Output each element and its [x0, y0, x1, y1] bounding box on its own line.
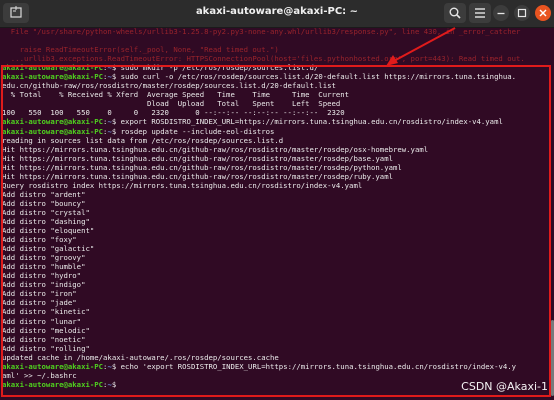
prompt-path: ~	[107, 126, 112, 136]
output-line: Add distro "kinetic"	[2, 307, 90, 317]
output-line: reading in sources list data from /etc/r…	[2, 135, 284, 145]
output-line: Add distro "crystal"	[2, 207, 90, 217]
terminal-output[interactable]: File "/usr/share/python-wheels/urllib3-1…	[0, 27, 554, 400]
terminal-window: akaxi-autoware@akaxi-PC: ~ File "/usr/sh…	[0, 0, 554, 400]
output-line: Add distro "bouncy"	[2, 198, 86, 208]
output-line: Add distro "dashing"	[2, 216, 90, 226]
output-line: aml' >> ~/.bashrc	[2, 370, 77, 380]
prompt-user: akaxi-autoware@akaxi-PC	[2, 379, 104, 389]
search-button[interactable]	[444, 3, 466, 23]
prompt-user: akaxi-autoware@akaxi-PC	[2, 117, 104, 127]
output-line: Add distro "galactic"	[2, 244, 95, 254]
output-line: Add distro "indigo"	[2, 280, 86, 290]
prompt-user: akaxi-autoware@akaxi-PC	[2, 361, 104, 371]
command-text: echo 'export ROSDISTRO_INDEX_URL=https:/…	[120, 361, 517, 371]
prompt-path: ~	[107, 379, 112, 389]
command-line: akaxi-autoware@akaxi-PC:~$ echo 'export …	[2, 361, 517, 371]
close-icon	[539, 9, 547, 17]
command-line: akaxi-autoware@akaxi-PC:~$ sudo curl -o …	[2, 72, 517, 82]
prompt-user: akaxi-autoware@akaxi-PC	[2, 72, 104, 82]
output-line: Add distro "lunar"	[2, 316, 82, 326]
maximize-icon	[517, 8, 527, 18]
prompt-path: ~	[107, 63, 112, 73]
output-line: Add distro "rolling"	[2, 343, 90, 353]
output-line: updated cache in /home/akaxi-autoware/.r…	[2, 352, 279, 362]
output-line: Add distro "melodic"	[2, 325, 90, 335]
prompt-user: akaxi-autoware@akaxi-PC	[2, 126, 104, 136]
close-button[interactable]	[535, 5, 551, 21]
output-line: Add distro "eloquent"	[2, 226, 95, 236]
command-text: sudo mkdir -p /etc/ros/rosdep/sources.li…	[120, 63, 319, 73]
output-line: Add distro "noetic"	[2, 334, 86, 344]
output-line: Add distro "foxy"	[2, 235, 77, 245]
output-line: Add distro "humble"	[2, 262, 86, 272]
command-line: akaxi-autoware@akaxi-PC:~$ rosdep update…	[2, 126, 275, 136]
minimize-icon	[497, 12, 505, 15]
prompt-path: ~	[107, 117, 112, 127]
maximize-button[interactable]	[514, 5, 530, 21]
output-line: Hit https://mirrors.tuna.tsinghua.edu.cn…	[2, 171, 393, 181]
command-line: akaxi-autoware@akaxi-PC:~$ sudo mkdir -p…	[2, 63, 319, 73]
output-line: Add distro "jade"	[2, 298, 77, 308]
minimize-button[interactable]	[493, 5, 509, 21]
command-text: export ROSDISTRO_INDEX_URL=https://mirro…	[120, 117, 503, 127]
prompt-user: akaxi-autoware@akaxi-PC	[2, 63, 104, 73]
output-line: 100 550 100 550 0 0 2320 0 --:--:-- --:-…	[2, 108, 345, 118]
watermark: CSDN @Akaxi-1	[461, 380, 548, 393]
command-text: sudo curl -o /etc/ros/rosdep/sources.lis…	[120, 72, 517, 82]
title-bar: akaxi-autoware@akaxi-PC: ~	[0, 0, 554, 28]
prompt-path: ~	[107, 72, 112, 82]
error-line: ...urllib3.exceptions.ReadTimeoutError: …	[2, 54, 525, 64]
output-line: Hit https://mirrors.tuna.tsinghua.edu.cn…	[2, 153, 393, 163]
error-line	[0, 36, 554, 45]
output-line: Dload Upload Total Spent Left Speed	[2, 99, 341, 109]
error-line: File "/usr/share/python-wheels/urllib3-1…	[2, 27, 521, 36]
output-line: Add distro "groovy"	[2, 253, 86, 263]
output-line: Hit https://mirrors.tuna.tsinghua.edu.cn…	[2, 144, 429, 154]
menu-button[interactable]	[469, 3, 491, 23]
output-line: Query rosdistro index https://mirrors.tu…	[2, 180, 363, 190]
command-text: rosdep update --include-eol-distros	[120, 126, 275, 136]
error-line: raise ReadTimeoutError(self._pool, None,…	[2, 45, 279, 55]
hamburger-menu-icon	[475, 8, 485, 18]
output-line: Add distro "iron"	[2, 289, 77, 299]
output-line: Hit https://mirrors.tuna.tsinghua.edu.cn…	[2, 162, 402, 172]
prompt-path: ~	[107, 361, 112, 371]
search-icon	[449, 7, 461, 19]
output-line: % Total % Received % Xferd Average Speed…	[2, 90, 350, 100]
output-line: edu.cn/github-raw/ros/rosdistro/master/r…	[2, 81, 336, 91]
output-line: Add distro "hydro"	[2, 271, 82, 281]
command-line: akaxi-autoware@akaxi-PC:~$ export ROSDIS…	[2, 117, 503, 127]
output-line: Add distro "ardent"	[2, 189, 86, 199]
